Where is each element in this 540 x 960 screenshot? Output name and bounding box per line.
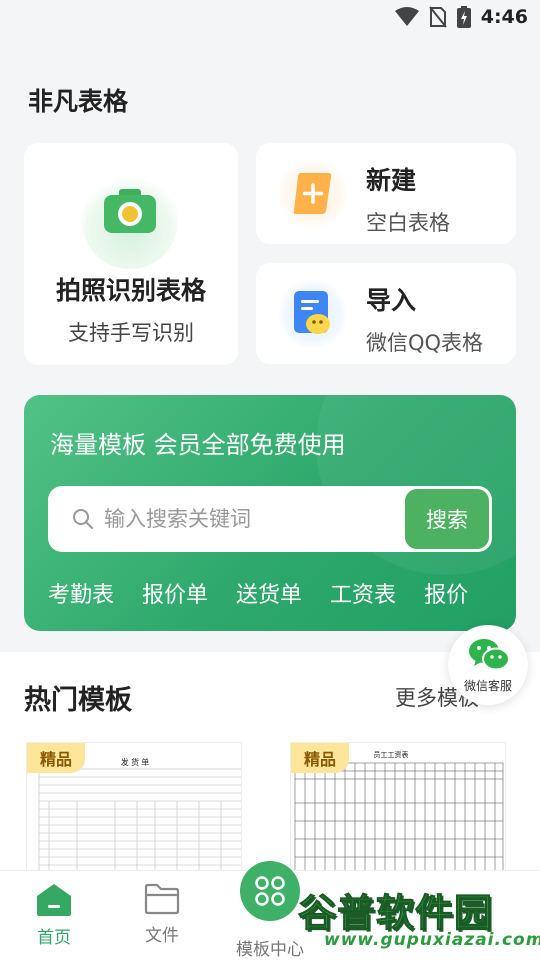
battery-icon [456,6,471,28]
banner-title: 海量模板 会员全部免费使用 [50,431,346,459]
wechat-support-label: 微信客服 [463,679,512,693]
template-thumb-payroll[interactable]: 精品 员工工资表 [290,742,506,882]
import-card-subtitle: 微信QQ表格 [366,331,484,355]
watermark: 谷普软件园 www.gupuxiazai.com [290,870,540,960]
photo-card-title: 拍照识别表格 [55,276,206,305]
add-file-icon [293,173,332,214]
wifi-icon [394,7,419,26]
no-sim-icon [428,6,447,28]
new-table-card[interactable]: 新建 空白表格 [256,143,516,244]
grid-icon [255,876,285,906]
status-bar: 4:46 [0,0,540,36]
search-input[interactable] [104,486,344,552]
nav-home[interactable]: 首页 [4,883,104,948]
watermark-brand: 谷普软件园 [297,891,494,936]
nav-home-label: 首页 [37,928,71,948]
import-card-title: 导入 [366,286,417,315]
camera-icon [104,189,156,233]
premium-badge: 精品 [27,743,85,773]
wechat-file-icon [294,291,330,334]
quick-tags: 考勤表 报价单 送货单 工资表 报价 [48,577,516,609]
search-box: 搜索 [48,486,492,552]
thumb1-title: 发 货 单 [121,757,149,767]
template-thumb-delivery[interactable]: 精品 发 货 单 [26,742,242,882]
search-button[interactable]: 搜索 [405,489,489,549]
hot-templates-title: 热门模板 [24,685,132,716]
tag-delivery[interactable]: 送货单 [236,577,302,609]
thumb2-title: 员工工资表 [374,750,409,759]
tag-quote[interactable]: 报价 [424,577,468,609]
template-banner: 海量模板 会员全部免费使用 搜索 考勤表 报价单 送货单 工资表 报价 [24,395,516,631]
import-table-card[interactable]: 导入 微信QQ表格 [256,263,516,364]
new-card-subtitle: 空白表格 [366,211,450,235]
premium-badge: 精品 [291,743,349,773]
tag-payroll[interactable]: 工资表 [330,577,396,609]
wechat-icon [469,639,510,671]
status-icons: 4:46 [394,6,528,28]
photo-recognize-card[interactable]: 拍照识别表格 支持手写识别 [24,143,238,365]
tag-quotation[interactable]: 报价单 [142,577,208,609]
status-time: 4:46 [480,6,528,28]
tag-attendance[interactable]: 考勤表 [48,577,114,609]
new-card-title: 新建 [366,166,417,195]
home-icon [37,884,71,916]
page-title: 非凡表格 [28,87,129,116]
nav-file-label: 文件 [145,926,179,946]
folder-icon [144,883,180,915]
nav-file[interactable]: 文件 [112,883,212,946]
wechat-support-button[interactable]: 微信客服 [448,625,528,705]
search-icon [73,509,93,529]
watermark-url: www.gupuxiazai.com [324,930,540,950]
photo-card-subtitle: 支持手写识别 [68,321,194,345]
